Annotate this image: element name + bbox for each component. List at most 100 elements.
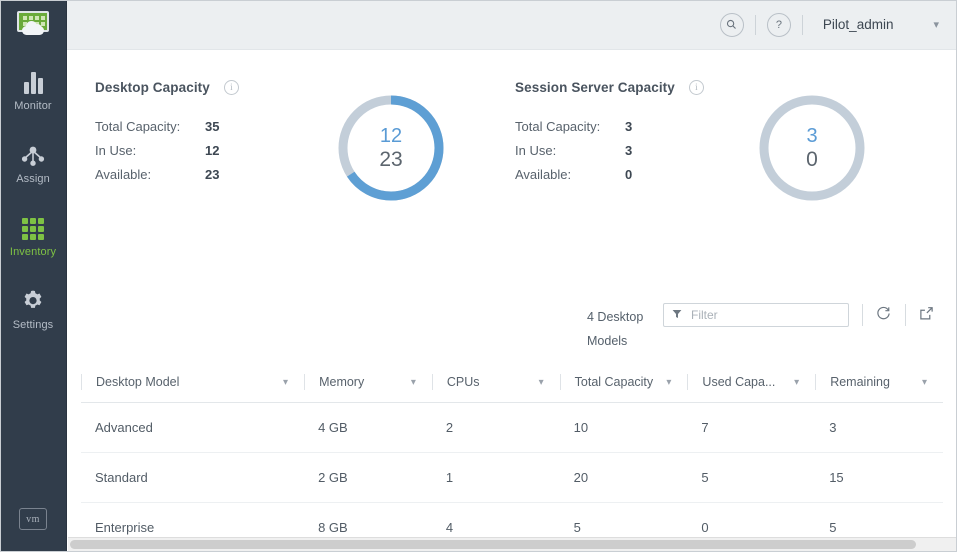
stat-label: Available: — [515, 167, 572, 182]
gear-icon — [20, 287, 46, 313]
chevron-down-icon[interactable]: ▾ — [933, 18, 939, 31]
stat-total-capacity: Total Capacity: 35 — [95, 118, 515, 135]
toolbar-divider-2 — [905, 304, 906, 326]
session-capacity-donut-chart: 3 0 — [756, 92, 868, 204]
column-header-remaining[interactable]: Remaining ▾ — [815, 368, 943, 403]
refresh-icon[interactable] — [874, 303, 892, 323]
stat-label: Available: — [95, 167, 152, 182]
chevron-down-icon[interactable]: ▾ — [922, 377, 927, 388]
sidebar-item-settings[interactable]: Settings — [0, 278, 66, 340]
stat-available: Available: 23 — [95, 166, 515, 183]
session-capacity-panel: Session Server Capacity i Total Capacity… — [515, 80, 935, 201]
session-capacity-stats: Total Capacity: 3 In Use: 3 Available: 0 — [515, 118, 935, 183]
chevron-down-icon[interactable]: ▾ — [283, 377, 288, 388]
cell-remaining: 3 — [815, 402, 943, 453]
sidebar-item-label-settings: Settings — [12, 319, 54, 331]
table-row[interactable]: Advanced 4 GB 2 10 7 3 — [81, 402, 943, 453]
stat-in-use: In Use: 12 — [95, 142, 515, 159]
filter-input-wrapper[interactable] — [663, 303, 849, 327]
chevron-down-icon[interactable]: ▾ — [666, 377, 671, 388]
table-row[interactable]: Standard 2 GB 1 20 5 15 — [81, 452, 943, 503]
user-menu-label[interactable]: Pilot_admin — [823, 17, 894, 32]
topbar-divider-1 — [754, 14, 756, 35]
stat-label: In Use: — [515, 143, 557, 158]
vmware-badge: vm — [19, 508, 47, 530]
sidebar-item-label-assign: Assign — [16, 173, 50, 185]
bar-chart-icon — [20, 68, 46, 94]
main-area: ? Pilot_admin ▾ Desktop Capacity i Total… — [67, 0, 957, 552]
sidebar-item-monitor[interactable]: Monitor — [0, 59, 66, 121]
logo-cloud-icon — [22, 21, 44, 35]
sidebar-item-label-monitor: Monitor — [14, 100, 52, 112]
stat-value: 12 — [205, 143, 220, 158]
donut-available-value: 0 — [806, 148, 818, 171]
donut-in-use-value: 12 — [379, 125, 403, 147]
sidebar-item-inventory[interactable]: Inventory — [0, 205, 66, 267]
desktop-capacity-panel: Desktop Capacity i Total Capacity: 35 In… — [95, 80, 515, 201]
chevron-down-icon[interactable]: ▾ — [411, 377, 416, 388]
stat-available: Available: 0 — [515, 166, 935, 183]
chevron-down-icon[interactable]: ▾ — [794, 377, 799, 388]
chevron-down-icon[interactable]: ▾ — [539, 377, 544, 388]
table-toolbar: 4 Desktop Models — [587, 303, 935, 353]
column-header-memory[interactable]: Memory ▾ — [304, 368, 432, 403]
stat-label: Total Capacity: — [515, 119, 601, 134]
column-label: Memory — [319, 375, 365, 389]
info-icon[interactable]: i — [223, 80, 239, 95]
filter-icon — [672, 306, 682, 324]
cell-memory: 2 GB — [304, 452, 432, 503]
column-header-total-capacity[interactable]: Total Capacity ▾ — [559, 368, 688, 403]
horizontal-scrollbar[interactable] — [68, 537, 957, 552]
horizon-cloud-logo[interactable] — [11, 9, 55, 45]
cell-used-capacity: 7 — [687, 402, 816, 453]
filter-input[interactable] — [689, 307, 840, 323]
session-capacity-header: Session Server Capacity i — [515, 80, 935, 95]
stat-value: 3 — [625, 143, 633, 158]
cell-total-capacity: 20 — [559, 452, 688, 503]
desktop-capacity-stats: Total Capacity: 35 In Use: 12 Available:… — [95, 118, 515, 183]
column-label: Total Capacity — [574, 375, 654, 389]
sidebar: Monitor Assign Inventory Settings vm — [0, 0, 67, 552]
sidebar-item-label-inventory: Inventory — [9, 246, 57, 258]
assign-node-icon — [20, 141, 46, 167]
column-header-desktop-model[interactable]: Desktop Model ▾ — [81, 368, 305, 403]
stat-value: 3 — [625, 119, 633, 134]
stat-label: In Use: — [95, 143, 137, 158]
donut-in-use-value: 3 — [806, 125, 818, 147]
capacity-panels: Desktop Capacity i Total Capacity: 35 In… — [67, 50, 957, 201]
application-window: Monitor Assign Inventory Settings vm ? P… — [0, 0, 957, 552]
desktop-capacity-header: Desktop Capacity i — [95, 80, 515, 95]
stat-label: Total Capacity: — [95, 119, 181, 134]
cell-used-capacity: 5 — [687, 452, 816, 503]
stat-value: 0 — [625, 167, 633, 182]
toolbar-divider-1 — [862, 304, 863, 326]
column-label: Used Capa... — [702, 375, 776, 389]
sidebar-nav: Monitor Assign Inventory Settings — [0, 59, 66, 351]
desktop-capacity-title: Desktop Capacity — [95, 80, 210, 95]
desktop-model-count: 4 Desktop Models — [587, 310, 644, 348]
table-header-row: Desktop Model ▾ Memory ▾ CPUs ▾ Total Ca… — [81, 368, 943, 403]
scrollbar-thumb[interactable] — [70, 540, 916, 549]
stat-value: 23 — [205, 167, 220, 182]
desktop-models-table: Desktop Model ▾ Memory ▾ CPUs ▾ Total Ca… — [81, 368, 943, 552]
stat-value: 35 — [205, 119, 220, 134]
column-header-cpus[interactable]: CPUs ▾ — [431, 368, 560, 403]
info-icon[interactable]: i — [688, 80, 704, 95]
cell-cpus: 2 — [431, 402, 560, 453]
cell-cpus: 1 — [431, 452, 560, 503]
stat-in-use: In Use: 3 — [515, 142, 935, 159]
column-label: Remaining — [830, 375, 890, 389]
column-label: CPUs — [446, 375, 480, 389]
cell-total-capacity: 10 — [559, 402, 688, 453]
stat-total-capacity: Total Capacity: 3 — [515, 118, 935, 135]
cell-memory: 4 GB — [304, 402, 432, 453]
export-icon[interactable] — [917, 303, 935, 323]
top-bar: ? Pilot_admin ▾ — [67, 0, 957, 50]
cell-model: Standard — [81, 452, 305, 503]
sidebar-item-assign[interactable]: Assign — [0, 132, 66, 194]
cell-model: Advanced — [81, 402, 305, 453]
desktop-capacity-donut-chart: 12 23 — [335, 92, 447, 204]
help-icon[interactable]: ? — [766, 12, 791, 37]
column-header-used-capacity[interactable]: Used Capa... ▾ — [687, 368, 816, 403]
search-icon[interactable] — [719, 12, 744, 37]
